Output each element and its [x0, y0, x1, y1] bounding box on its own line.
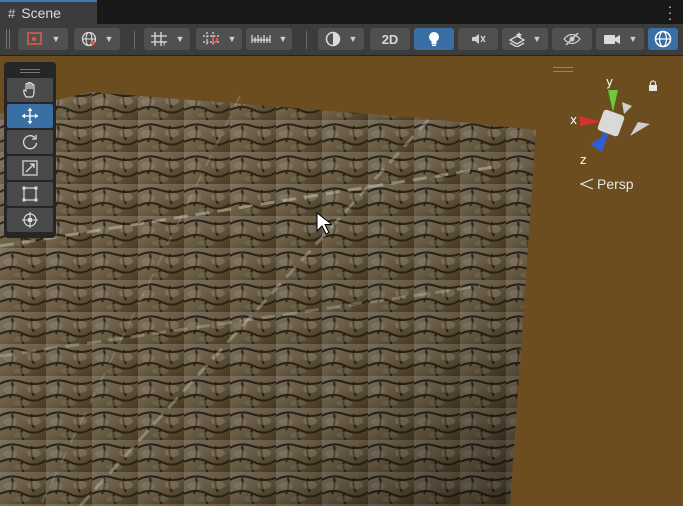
lighting-toggle-button[interactable]: [414, 28, 454, 50]
camera-icon: [603, 35, 620, 44]
transform-icon: [22, 212, 38, 228]
projection-toggle[interactable]: Persp: [580, 176, 634, 192]
scene-viewport[interactable]: y x z Persp: [0, 56, 683, 506]
increment-snap-dropdown[interactable]: ▼: [246, 28, 292, 50]
pivot-icon: [26, 32, 42, 45]
grid-snapping-dropdown[interactable]: ▼: [196, 28, 242, 50]
effects-dropdown[interactable]: ▼: [502, 28, 548, 50]
ruler-icon: [250, 35, 271, 43]
rotate-icon: [22, 135, 38, 150]
toolbar-separator: [306, 31, 307, 49]
audio-toggle-button[interactable]: [458, 28, 498, 50]
chevron-down-icon: ▼: [278, 34, 288, 44]
scene-toolbar: ▼ ▼ Y ▼ ▼ ▼ ▼ 2D ▼ ▼: [0, 24, 683, 56]
rotate-tool-button[interactable]: [7, 130, 53, 154]
transform-tool-button[interactable]: [7, 208, 53, 232]
gizmo-z-cone[interactable]: [590, 134, 608, 152]
speaker-muted-icon: [472, 34, 486, 44]
svg-text:Y: Y: [161, 40, 167, 47]
eye-slash-icon: [563, 32, 581, 46]
gizmo-globe-icon: [654, 30, 672, 48]
hand-icon: [23, 81, 35, 98]
grid-snap-icon: [202, 32, 219, 46]
chevron-down-icon: ▼: [175, 34, 185, 44]
gizmo-y-cone[interactable]: [608, 90, 618, 112]
chevron-down-icon: ▼: [348, 34, 358, 44]
gizmo-y-label: y: [606, 75, 613, 89]
camera-settings-dropdown[interactable]: ▼: [596, 28, 644, 50]
kebab-menu-icon[interactable]: · · ·: [667, 0, 673, 25]
rect-tool-button[interactable]: [7, 182, 53, 206]
shaded-sphere-icon: [325, 31, 340, 47]
view-tool-button[interactable]: [7, 78, 53, 102]
toggle-2d-label: 2D: [381, 31, 399, 47]
grid-visibility-dropdown[interactable]: Y ▼: [144, 28, 190, 50]
move-arrows-icon: [22, 108, 38, 124]
grid-icon: #: [8, 5, 16, 21]
chevron-down-icon: ▼: [628, 34, 638, 44]
lightbulb-icon: [429, 32, 439, 46]
gizmo-x-label: x: [570, 113, 577, 127]
projection-label: Persp: [597, 176, 634, 192]
rect-icon: [22, 186, 38, 202]
toolbar-grip[interactable]: [6, 29, 10, 49]
toggle-2d-button[interactable]: 2D: [370, 28, 410, 50]
tab-bar: # Scene · · ·: [0, 0, 683, 25]
tab-scene-label: Scene: [21, 5, 61, 21]
effects-icon: [508, 32, 525, 47]
tool-palette: [4, 62, 56, 238]
toolbar-separator: [134, 31, 135, 49]
scale-tool-button[interactable]: [7, 156, 53, 180]
chevron-down-icon: ▼: [532, 34, 542, 44]
scale-icon: [22, 160, 38, 176]
chevron-down-icon: ▼: [104, 34, 114, 44]
gizmo-z-label: z: [580, 153, 586, 167]
chevron-down-icon: ▼: [227, 34, 237, 44]
palette-drag-handle[interactable]: [7, 66, 53, 76]
move-tool-button[interactable]: [7, 104, 53, 128]
draw-mode-dropdown[interactable]: ▼: [318, 28, 364, 50]
globe-icon: [81, 31, 96, 47]
mouse-cursor-icon: [316, 212, 332, 235]
hidden-objects-toggle[interactable]: [552, 28, 592, 50]
tab-scene[interactable]: # Scene: [0, 0, 97, 24]
global-local-dropdown[interactable]: ▼: [74, 28, 120, 50]
grid-icon: Y: [150, 32, 167, 47]
perspective-chevron-icon: [580, 178, 594, 190]
chevron-down-icon: ▼: [51, 34, 61, 44]
gizmos-toggle-button[interactable]: [648, 28, 678, 50]
gizmo-tool-dropdown[interactable]: ▼: [18, 28, 68, 50]
gizmo-x-cone[interactable]: [580, 116, 602, 126]
